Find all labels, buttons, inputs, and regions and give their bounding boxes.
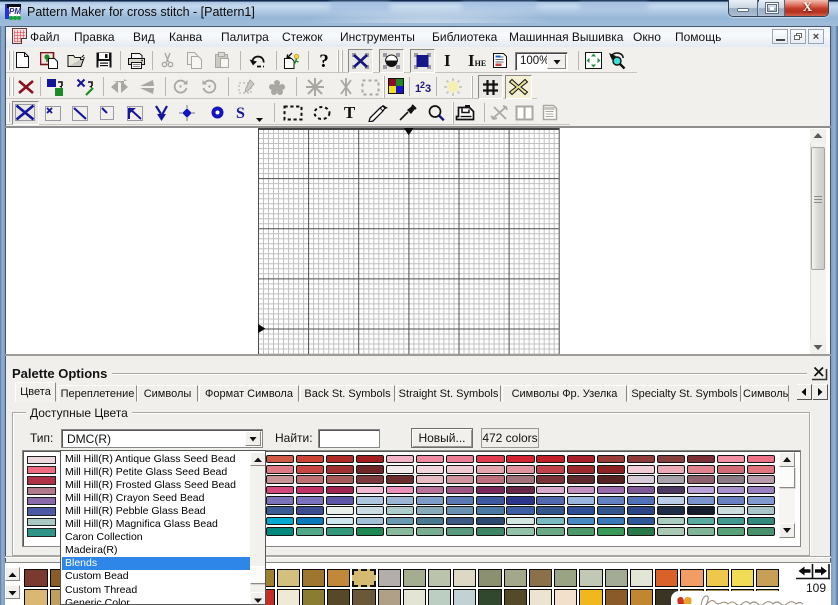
svg-text:T: T bbox=[344, 104, 356, 121]
svg-text:?: ? bbox=[319, 52, 329, 70]
svg-text:S: S bbox=[236, 105, 245, 121]
svg-text:3: 3 bbox=[425, 83, 431, 94]
